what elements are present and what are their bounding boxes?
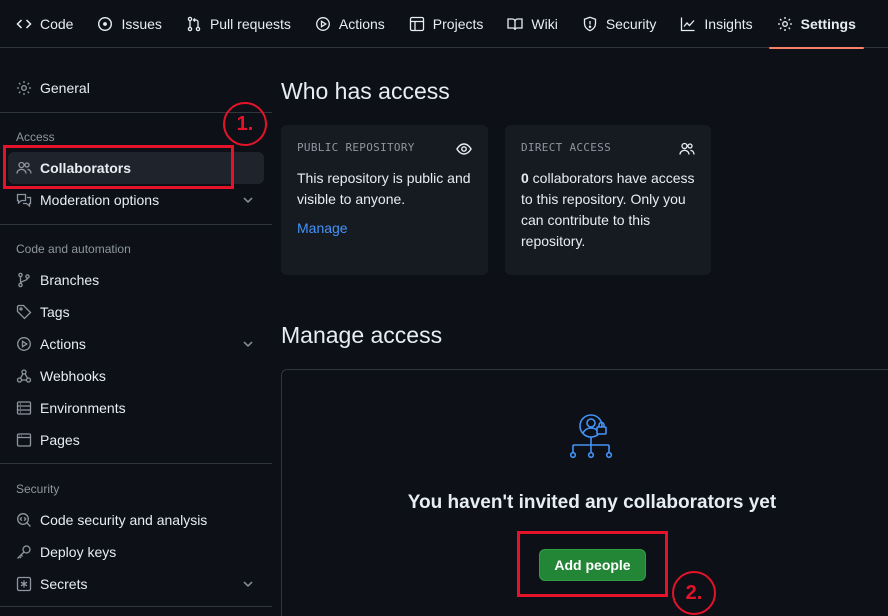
public-repository-card: PUBLIC REPOSITORY This repository is pub… bbox=[281, 125, 488, 275]
manage-access-title: Manage access bbox=[281, 322, 443, 348]
collaborator-count: 0 bbox=[521, 170, 529, 186]
sidebar-item-label: Tags bbox=[40, 304, 70, 320]
tab-label: Wiki bbox=[531, 16, 558, 32]
server-icon bbox=[16, 400, 32, 416]
code-icon bbox=[16, 16, 32, 32]
issue-icon bbox=[97, 16, 113, 32]
tab-label: Security bbox=[605, 16, 657, 32]
sidebar-item-branches[interactable]: Branches bbox=[8, 264, 264, 296]
card-text: This repository is public and visible to… bbox=[297, 170, 471, 207]
annotation-highlight-collaborators bbox=[3, 145, 234, 189]
tab-label: Insights bbox=[704, 16, 753, 32]
tab-actions[interactable]: Actions bbox=[307, 0, 393, 48]
person-lock-org-icon bbox=[569, 414, 613, 459]
tab-label: Projects bbox=[432, 16, 484, 32]
tab-insights[interactable]: Insights bbox=[672, 0, 760, 48]
shield-icon bbox=[582, 16, 598, 32]
pull-request-icon bbox=[186, 16, 202, 32]
sidebar-item-label: Code security and analysis bbox=[40, 512, 208, 528]
comment-discussion-icon bbox=[16, 192, 32, 208]
sidebar-item-label: General bbox=[40, 80, 90, 96]
sidebar-item-deploy-keys[interactable]: Deploy keys bbox=[8, 536, 264, 568]
sidebar-item-pages[interactable]: Pages bbox=[8, 424, 264, 456]
people-icon bbox=[679, 142, 695, 155]
tag-icon bbox=[16, 304, 32, 320]
sidebar-item-label: Deploy keys bbox=[40, 544, 117, 560]
card-label: PUBLIC REPOSITORY bbox=[297, 141, 415, 154]
sidebar-item-environments[interactable]: Environments bbox=[8, 392, 264, 424]
key-icon bbox=[16, 544, 32, 560]
who-has-access-title: Who has access bbox=[281, 78, 450, 104]
sidebar-item-label: Secrets bbox=[40, 576, 88, 592]
sidebar-heading-code-automation: Code and automation bbox=[16, 242, 131, 256]
card-text: 0 collaborators have access to this repo… bbox=[521, 168, 695, 252]
sidebar-heading-security: Security bbox=[16, 482, 60, 496]
tab-label: Settings bbox=[800, 16, 856, 32]
sidebar-divider bbox=[0, 463, 272, 464]
sidebar-heading-access: Access bbox=[16, 130, 55, 144]
tab-issues[interactable]: Issues bbox=[89, 0, 169, 48]
tab-projects[interactable]: Projects bbox=[401, 0, 492, 48]
chevron-down-icon bbox=[243, 341, 253, 348]
annotation-step-1: 1. bbox=[223, 102, 267, 146]
git-branch-icon bbox=[16, 272, 32, 288]
sidebar-item-webhooks[interactable]: Webhooks bbox=[8, 360, 264, 392]
card-label: DIRECT ACCESS bbox=[521, 141, 611, 154]
book-icon bbox=[507, 16, 524, 32]
table-icon bbox=[409, 16, 425, 32]
gear-icon bbox=[777, 16, 793, 32]
sidebar-item-tags[interactable]: Tags bbox=[8, 296, 264, 328]
sidebar-item-secrets[interactable]: Secrets bbox=[8, 568, 264, 600]
sidebar-item-label: Webhooks bbox=[40, 368, 106, 384]
direct-access-card: DIRECT ACCESS 0 collaborators have acces… bbox=[505, 125, 711, 275]
tab-label: Actions bbox=[338, 16, 385, 32]
webhook-icon bbox=[16, 368, 32, 384]
gear-icon bbox=[16, 80, 32, 96]
play-icon bbox=[16, 336, 32, 352]
play-icon bbox=[315, 16, 331, 32]
sidebar-item-code-security[interactable]: Code security and analysis bbox=[8, 504, 264, 536]
sidebar-item-actions[interactable]: Actions bbox=[8, 328, 264, 360]
annotation-highlight-add-people bbox=[517, 531, 668, 597]
tab-label: Pull requests bbox=[209, 16, 291, 32]
sidebar-item-label: Environments bbox=[40, 400, 126, 416]
browser-icon bbox=[16, 432, 32, 448]
tab-wiki[interactable]: Wiki bbox=[499, 0, 565, 48]
tab-settings[interactable]: Settings bbox=[768, 0, 865, 49]
tab-label: Issues bbox=[121, 16, 162, 32]
tab-code[interactable]: Code bbox=[8, 0, 81, 48]
card-text-body: collaborators have access to this reposi… bbox=[521, 170, 695, 249]
tab-security[interactable]: Security bbox=[574, 0, 665, 48]
sidebar-item-label: Moderation options bbox=[40, 192, 160, 208]
sidebar-divider bbox=[0, 224, 272, 225]
empty-state-title: You haven't invited any collaborators ye… bbox=[407, 492, 777, 513]
chevron-down-icon bbox=[243, 197, 253, 204]
eye-icon bbox=[456, 143, 472, 155]
asterisk-box-icon bbox=[16, 576, 32, 592]
sidebar-item-label: Actions bbox=[40, 336, 86, 352]
manage-link[interactable]: Manage bbox=[297, 220, 472, 236]
sidebar-item-label: Pages bbox=[40, 432, 80, 448]
chevron-down-icon bbox=[243, 581, 253, 588]
sidebar-item-label: Branches bbox=[40, 272, 100, 288]
sidebar-item-general[interactable]: General bbox=[8, 72, 264, 104]
tab-pull-requests[interactable]: Pull requests bbox=[178, 0, 299, 48]
graph-icon bbox=[680, 16, 696, 32]
codescan-icon bbox=[16, 512, 32, 528]
tab-label: Code bbox=[40, 16, 74, 32]
sidebar-divider bbox=[0, 606, 272, 607]
repo-nav: Code Issues Pull requests Actions Projec… bbox=[0, 0, 888, 49]
annotation-step-2: 2. bbox=[672, 571, 716, 615]
